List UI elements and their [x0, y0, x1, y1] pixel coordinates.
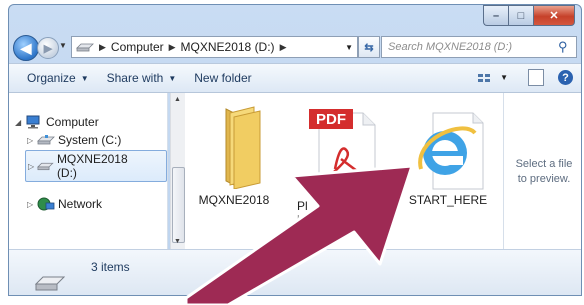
view-dropdown-icon[interactable]: ▼ — [500, 73, 508, 82]
forward-button[interactable]: ▶ — [37, 37, 59, 59]
nav-item-computer[interactable]: ◢ Computer — [15, 115, 99, 129]
share-with-menu[interactable]: Share with ▼ — [107, 71, 177, 85]
file-list: MQXNE2018 PDF Pl ic ng START_HERE — [185, 93, 503, 249]
preview-message: Select a file to preview. — [515, 158, 573, 185]
maximize-button[interactable]: □ — [508, 5, 533, 26]
address-bar[interactable]: ▶ Computer ▶ MQXNE2018 (D:) ▶ ▼ — [71, 36, 358, 58]
folder-icon — [225, 106, 261, 190]
new-folder-button[interactable]: New folder — [194, 71, 251, 85]
pdf-badge-text: PDF — [316, 111, 346, 128]
drive-icon — [37, 162, 54, 171]
collapsed-triangle-icon[interactable]: ▷ — [27, 136, 37, 145]
breadcrumb-separator[interactable]: ▶ — [99, 42, 106, 53]
organize-label: Organize — [27, 71, 76, 85]
minimize-button[interactable]: – — [483, 5, 508, 26]
file-name-fragment: ic — [297, 213, 306, 227]
file-item-folder[interactable]: MQXNE2018 — [189, 99, 279, 207]
file-name: START_HERE — [408, 193, 488, 207]
nav-label: Network — [58, 197, 103, 211]
close-button[interactable]: ✕ — [533, 5, 575, 26]
nav-label: System (C:) — [58, 133, 122, 147]
search-placeholder: Search MQXNE2018 (D:) — [388, 41, 513, 53]
drive-icon — [35, 276, 65, 291]
breadcrumb-separator[interactable]: ▶ — [169, 42, 176, 53]
share-with-label: Share with — [106, 71, 164, 85]
collapsed-triangle-icon[interactable]: ▷ — [27, 200, 37, 209]
explorer-window: – □ ✕ ◀ ▶ ▼ ▶ Computer ▶ MQXNE2018 (D:) … — [8, 4, 582, 296]
scroll-down-icon[interactable]: ▼ — [174, 238, 181, 245]
internet-explorer-icon — [418, 112, 484, 190]
file-name-fragment: Pl — [297, 199, 308, 213]
address-dropdown-icon[interactable]: ▼ — [345, 43, 353, 52]
caret-down-icon: ▼ — [80, 73, 89, 83]
navigation-pane: ◢ Computer ▷ System (C:) ▷ MQXNE2018 (D:… — [9, 93, 168, 249]
nav-item-network[interactable]: ▷ Network — [27, 197, 102, 211]
refresh-button[interactable]: ⇆ — [358, 36, 380, 58]
collapsed-triangle-icon[interactable]: ▷ — [28, 162, 37, 171]
search-input[interactable]: Search MQXNE2018 (D:) ⚲ — [381, 36, 577, 58]
preview-pane: Select a file to preview. — [503, 93, 581, 249]
scroll-up-icon[interactable]: ▲ — [174, 96, 181, 103]
expand-triangle-icon[interactable]: ◢ — [15, 118, 25, 127]
nav-item-system[interactable]: ▷ System (C:) — [27, 133, 121, 147]
item-count: 3 items — [91, 260, 130, 274]
nav-item-drive[interactable]: ▷ MQXNE2018 (D:) — [25, 150, 167, 182]
search-icon[interactable]: ⚲ — [558, 39, 576, 55]
caption-buttons: – □ ✕ — [483, 5, 575, 26]
computer-icon — [26, 115, 40, 129]
nav-label: Computer — [46, 115, 99, 129]
scroll-thumb[interactable] — [172, 167, 185, 243]
caret-down-icon: ▼ — [168, 73, 177, 83]
drive-icon — [76, 43, 94, 52]
file-item-pdf[interactable]: PDF Pl ic ng — [295, 99, 385, 227]
breadcrumb-separator[interactable]: ▶ — [280, 42, 287, 53]
command-bar: Organize ▼ Share with ▼ New folder ▼ ? — [9, 63, 581, 93]
details-pane: 3 items — [9, 249, 581, 295]
network-icon — [37, 197, 55, 211]
address-row: ◀ ▶ ▼ ▶ Computer ▶ MQXNE2018 (D:) ▶ ▼ ⇆ … — [9, 33, 581, 61]
nav-label: MQXNE2018 (D:) — [56, 152, 128, 180]
system-drive-icon — [37, 135, 55, 145]
toolbar-right: ▼ ? — [476, 69, 573, 86]
organize-menu[interactable]: Organize ▼ — [27, 71, 89, 85]
breadcrumb-computer[interactable]: Computer — [111, 40, 164, 54]
nav-scrollbar[interactable]: ▲ ▼ — [170, 93, 185, 249]
change-view-icon[interactable] — [476, 71, 492, 85]
preview-pane-icon[interactable] — [528, 69, 544, 86]
new-folder-label: New folder — [194, 71, 252, 85]
back-button[interactable]: ◀ — [13, 35, 39, 61]
pdf-icon: PDF — [309, 109, 376, 190]
file-item-start-here[interactable]: START_HERE — [403, 99, 493, 207]
file-name-fragment: ng — [369, 213, 383, 227]
refresh-icon: ⇆ — [364, 41, 374, 54]
help-icon[interactable]: ? — [558, 70, 573, 85]
breadcrumb-drive[interactable]: MQXNE2018 (D:) — [181, 40, 275, 54]
file-name: MQXNE2018 — [198, 193, 270, 207]
recent-pages-chevron-icon[interactable]: ▼ — [59, 41, 67, 50]
